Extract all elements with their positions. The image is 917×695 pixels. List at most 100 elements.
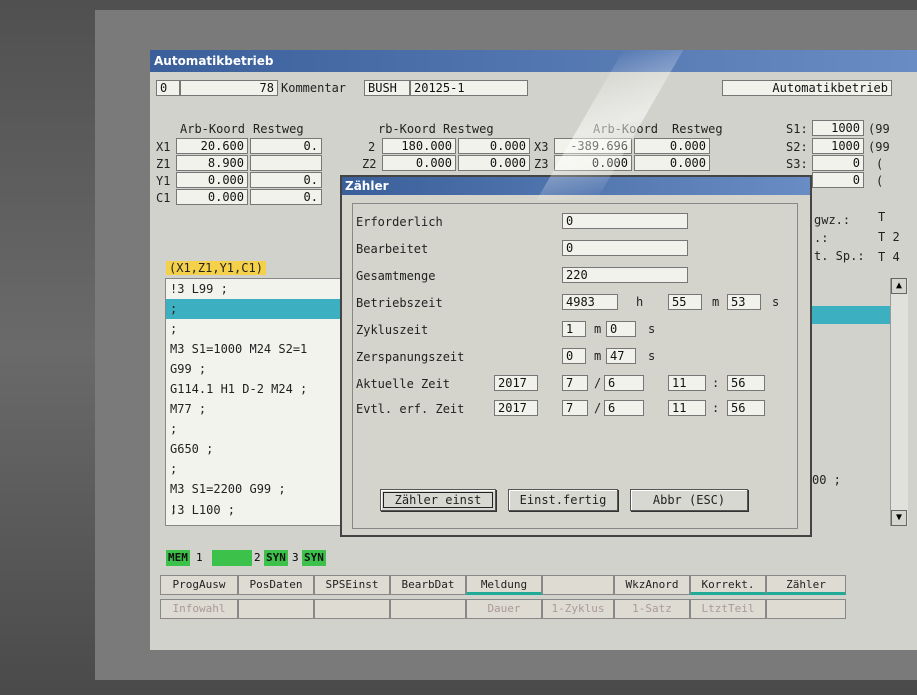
- softkey-korrekt[interactable]: Korrekt.: [690, 575, 766, 595]
- seconds-unit: s: [772, 295, 780, 309]
- program-line: !3 L100 ;: [170, 503, 236, 517]
- softkey-ltztteil[interactable]: LtztTeil: [690, 599, 766, 619]
- axis-rest: 0.: [250, 138, 322, 154]
- total-label: Gesamtmenge: [356, 269, 436, 283]
- estimated-month-input[interactable]: 7: [562, 400, 588, 416]
- minutes-unit: m: [712, 295, 720, 309]
- softkey-1-zyklus[interactable]: 1-Zyklus: [542, 599, 614, 619]
- program-line-current: ;: [166, 299, 342, 319]
- col-header-rest: Restweg: [253, 122, 304, 136]
- softkey-bearbdat[interactable]: BearbDat: [390, 575, 466, 595]
- estimated-year-input[interactable]: 2017: [494, 400, 538, 416]
- info-label: .:: [814, 231, 829, 245]
- program-line: ;: [170, 422, 178, 436]
- mode-indicator: Automatikbetrieb: [722, 80, 892, 96]
- settings-done-button[interactable]: Einst.fertig: [508, 489, 618, 511]
- runtime-label: Betriebszeit: [356, 296, 443, 310]
- softkey-dauer[interactable]: Dauer: [466, 599, 542, 619]
- axis-coord: 8.900: [176, 155, 248, 171]
- axis-coord: 180.000: [382, 138, 456, 154]
- syn-indicator: SYN: [302, 550, 326, 566]
- axis-label: X1: [156, 140, 171, 154]
- softkey-1-satz[interactable]: 1-Satz: [614, 599, 690, 619]
- machining-minutes-input[interactable]: 0: [562, 348, 586, 364]
- required-label: Erforderlich: [356, 215, 443, 229]
- cancel-button[interactable]: Abbr (ESC): [630, 489, 748, 511]
- cycle-seconds-input[interactable]: 0: [606, 321, 636, 337]
- softkey-infowahl[interactable]: Infowahl: [160, 599, 238, 619]
- program-scrollbar[interactable]: ▲ ▼: [890, 278, 908, 526]
- axis-rest: 0.000: [634, 138, 710, 154]
- program-line: M3 S1=1000 M24 S2=1: [170, 342, 308, 356]
- group2-header: rb-Koord Restweg: [378, 122, 494, 136]
- estimated-hour-input[interactable]: 11: [668, 400, 706, 416]
- group3-header-coord: Arb-Koord: [593, 122, 659, 136]
- required-input[interactable]: 0: [562, 213, 688, 229]
- total-input[interactable]: 220: [562, 267, 688, 283]
- program-fragment: 00 ;: [812, 473, 841, 487]
- axis-label: Z3: [534, 157, 549, 171]
- scroll-up-icon[interactable]: ▲: [891, 278, 907, 294]
- program-line: ;: [170, 322, 178, 336]
- axis-coord: 0.000: [176, 172, 248, 188]
- axis-label: 2: [368, 140, 376, 154]
- tool-t: T: [878, 210, 886, 224]
- status-number: 2: [254, 551, 261, 564]
- program-line: ;: [170, 462, 178, 476]
- current-hour-input[interactable]: 11: [668, 375, 706, 391]
- program-number: 78: [180, 80, 278, 96]
- spindle-value: 0: [812, 172, 864, 188]
- axis-rest: [250, 155, 322, 171]
- runtime-seconds-input[interactable]: 53: [727, 294, 761, 310]
- runtime-minutes-input[interactable]: 55: [668, 294, 702, 310]
- softkey-empty[interactable]: [542, 575, 614, 595]
- tool-t: T 4: [878, 250, 900, 264]
- set-counter-button[interactable]: Zähler einst: [380, 489, 496, 511]
- seconds-unit: s: [648, 322, 656, 336]
- program-listing[interactable]: !3 L99 ; ; ; M3 S1=1000 M24 S2=1 G99 ; G…: [165, 278, 343, 526]
- spindle-extra: (99: [868, 122, 890, 136]
- softkey-wkzanord[interactable]: WkzAnord: [614, 575, 690, 595]
- axis-group-label: (X1,Z1,Y1,C1): [166, 261, 266, 275]
- softkey-progausw[interactable]: ProgAusw: [160, 575, 238, 595]
- axis-label: C1: [156, 191, 171, 205]
- seconds-unit: s: [648, 349, 656, 363]
- softkey-empty[interactable]: [766, 599, 846, 619]
- group3-header-rest: Restweg: [672, 122, 723, 136]
- scroll-down-icon[interactable]: ▼: [891, 510, 907, 526]
- current-time-label: Aktuelle Zeit: [356, 377, 450, 391]
- softkey-posdaten[interactable]: PosDaten: [238, 575, 314, 595]
- program-line: M77 ;: [170, 402, 207, 416]
- time-separator: :: [712, 401, 720, 415]
- estimated-day-input[interactable]: 6: [604, 400, 644, 416]
- softkey-empty[interactable]: [390, 599, 466, 619]
- spindle-value: 1000: [812, 120, 864, 136]
- spindle-value: 1000: [812, 138, 864, 154]
- axis-rest: 0.: [250, 189, 322, 205]
- cycle-minutes-input[interactable]: 1: [562, 321, 586, 337]
- current-day-input[interactable]: 6: [604, 375, 644, 391]
- current-year-input[interactable]: 2017: [494, 375, 538, 391]
- softkey-empty[interactable]: [314, 599, 390, 619]
- softkey-empty[interactable]: [238, 599, 314, 619]
- axis-rest: 0.000: [458, 155, 530, 171]
- axis-label: X3: [534, 140, 549, 154]
- machining-seconds-input[interactable]: 47: [606, 348, 636, 364]
- softkey-meldung[interactable]: Meldung: [466, 575, 542, 595]
- estimated-minute-input[interactable]: 56: [727, 400, 765, 416]
- time-separator: :: [712, 376, 720, 390]
- current-minute-input[interactable]: 56: [727, 375, 765, 391]
- axis-label: Z2: [362, 157, 377, 171]
- axis-coord: -389.696: [554, 138, 632, 154]
- axis-coord: 0.000: [176, 189, 248, 205]
- softkey-spseinst[interactable]: SPSEinst: [314, 575, 390, 595]
- spindle-label: S2:: [786, 140, 808, 154]
- program-line: G114.1 H1 D-2 M24 ;: [170, 382, 308, 396]
- cnc-screen: Automatikbetrieb 0 78 Kommentar BUSH 201…: [150, 50, 917, 650]
- processed-input[interactable]: 0: [562, 240, 688, 256]
- dialog-title: Zähler: [342, 177, 810, 195]
- spindle-value: 0: [812, 155, 864, 171]
- current-month-input[interactable]: 7: [562, 375, 588, 391]
- softkey-zaehler[interactable]: Zähler: [766, 575, 846, 595]
- runtime-hours-input[interactable]: 4983: [562, 294, 618, 310]
